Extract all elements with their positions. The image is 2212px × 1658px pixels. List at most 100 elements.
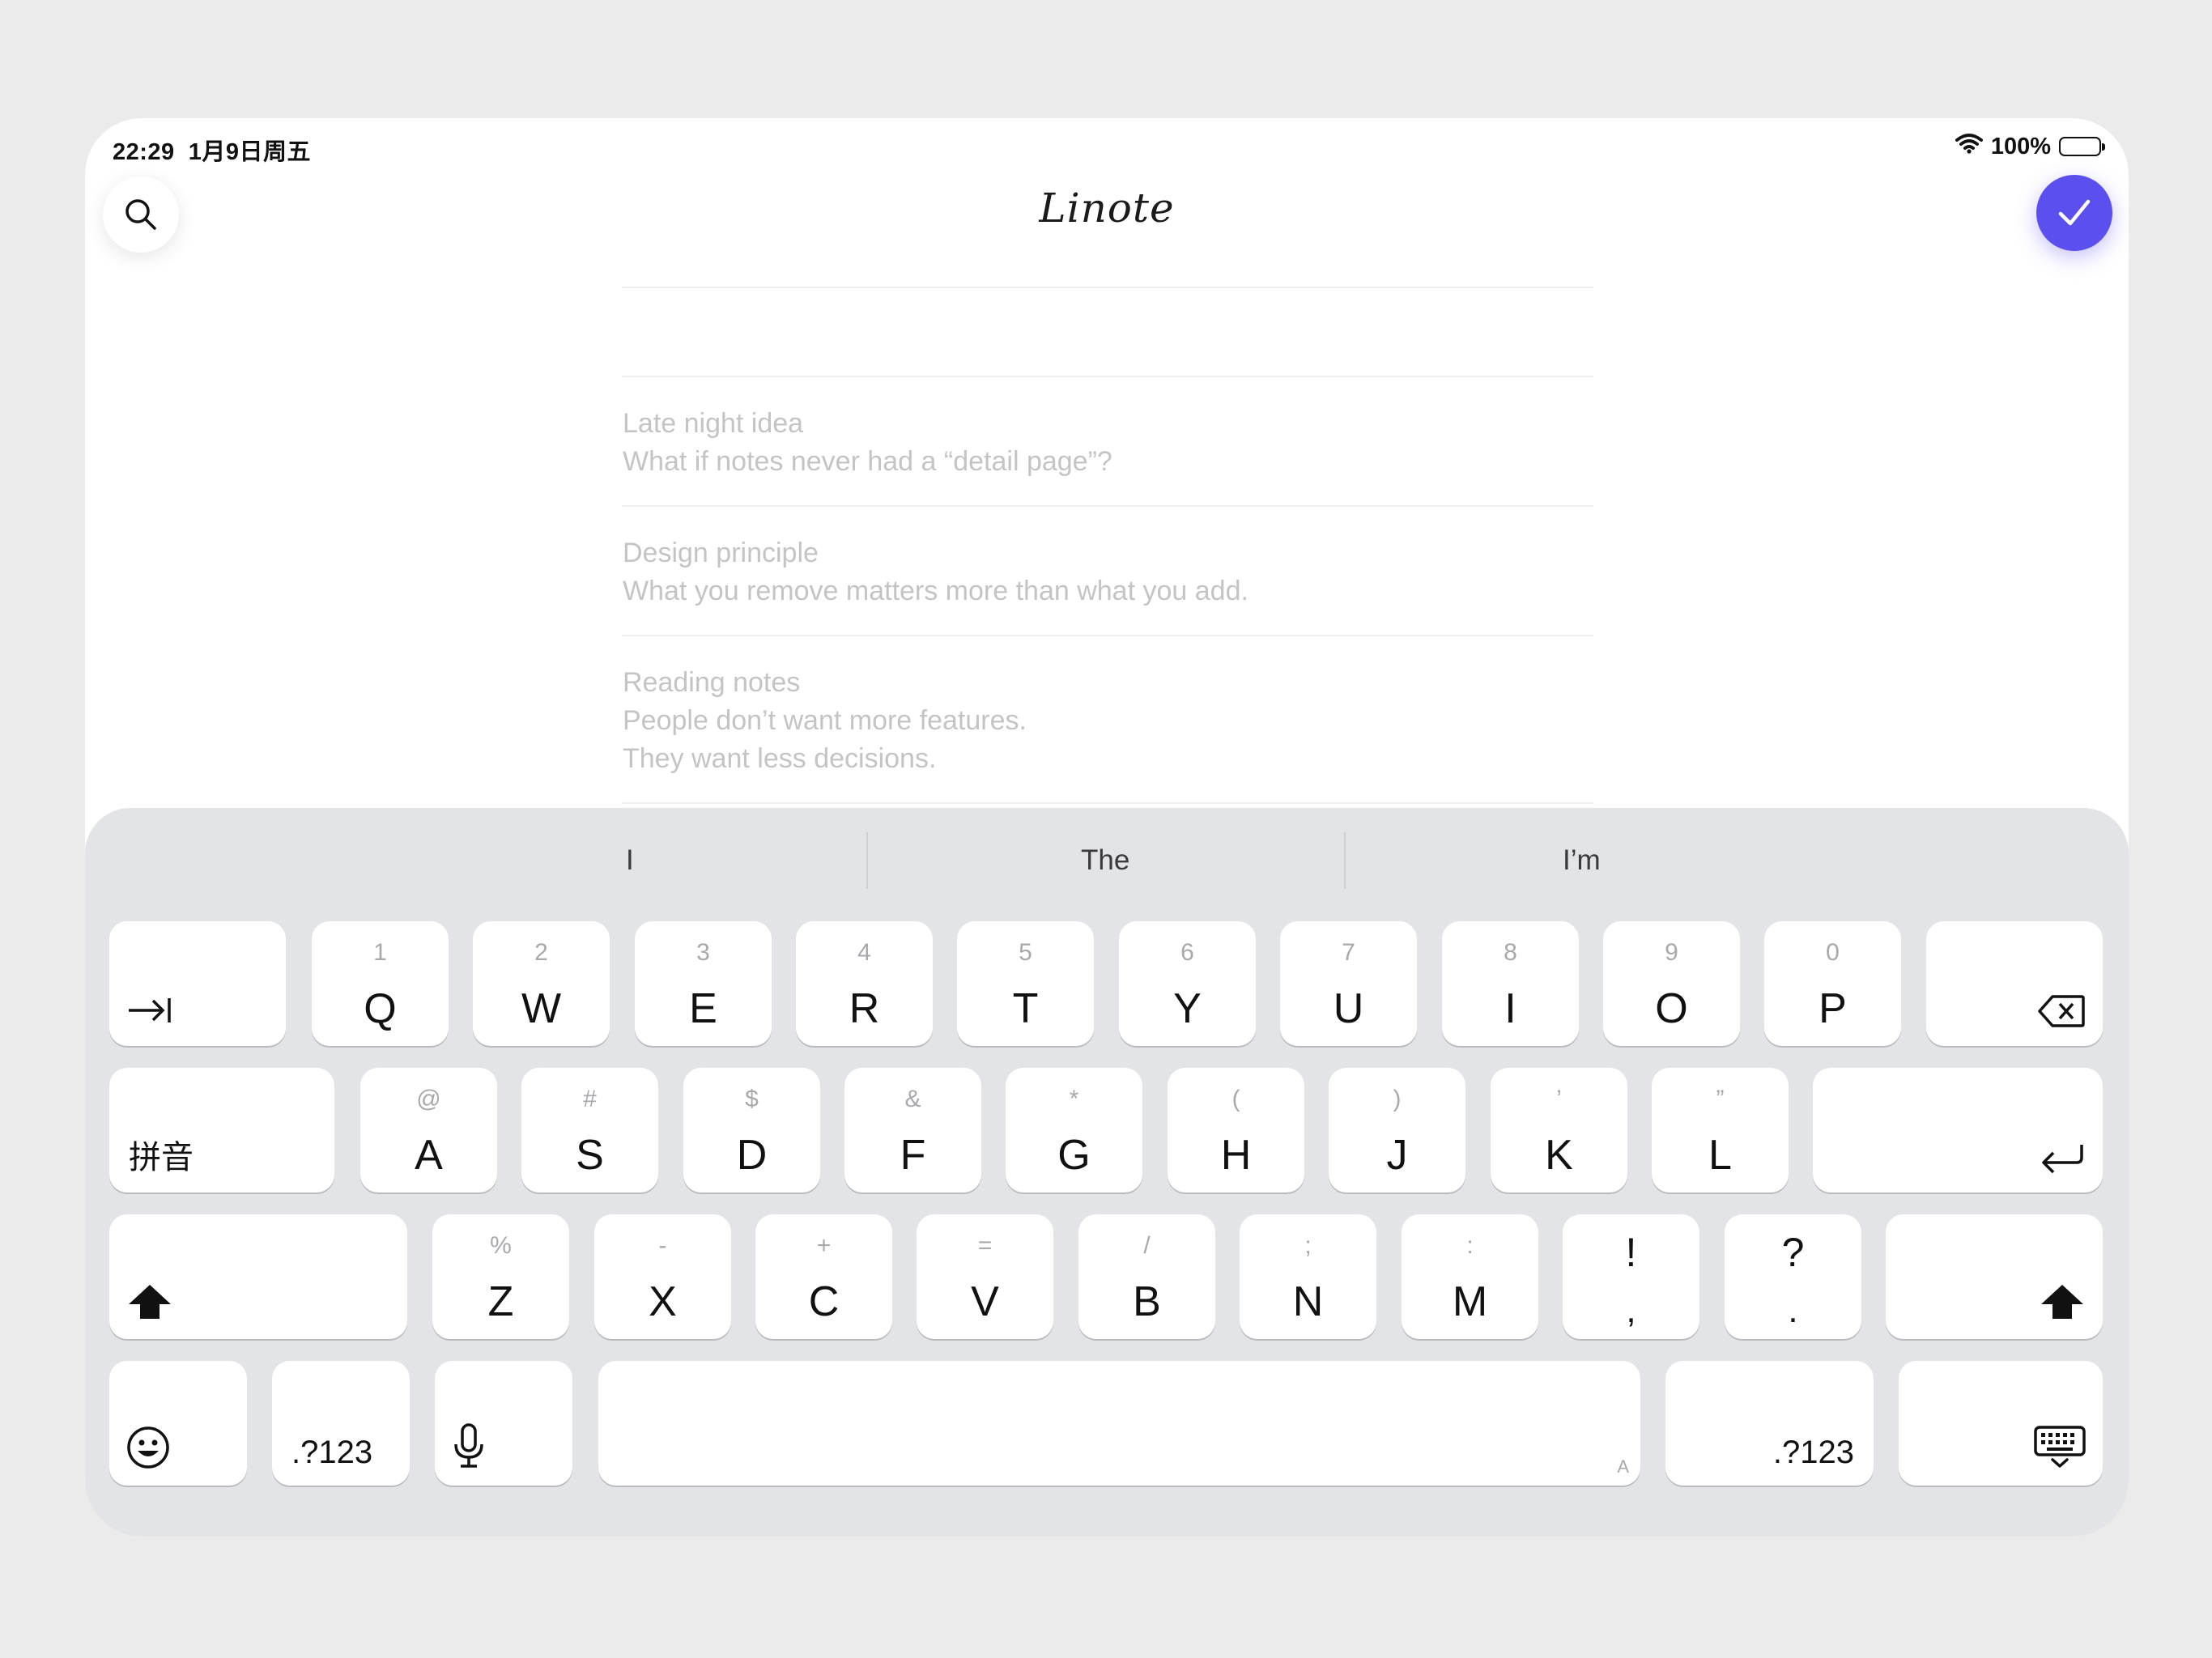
key-alt: 9 [1665,939,1678,966]
key-alt: 4 [857,939,871,966]
key-label: Q [364,985,397,1032]
key-label: E [689,985,717,1032]
key-k[interactable]: ’ K [1491,1068,1627,1192]
space-hint: A [1617,1456,1629,1477]
key-label: T [1012,985,1039,1032]
key-alt: % [490,1232,512,1259]
key-alt: @ [416,1086,441,1112]
on-screen-keyboard: I The I’m 1Q 2W 3E 4R 5T 6Y 7U 8I 9O 0P … [85,808,2129,1537]
key-label: G [1057,1132,1091,1179]
key-o[interactable]: 9O [1603,921,1740,1046]
key-alt: & [904,1086,921,1112]
key-j[interactable]: ) J [1329,1068,1465,1192]
key-alt: 1 [373,939,387,966]
shift-icon [2038,1280,2087,1328]
note-body-line: What you remove matters more than what y… [623,576,1249,606]
battery-percent: 100% [1990,133,2051,159]
hide-keyboard-key[interactable] [1899,1361,2103,1486]
checkmark-icon [2058,199,2091,226]
key-label: V [971,1278,999,1325]
note-body-line: People don’t want more features. [623,705,1027,736]
key-label: N [1292,1278,1324,1325]
key-x[interactable]: -X [594,1214,731,1339]
key-alt: ” [1716,1086,1725,1112]
key-s[interactable]: # S [521,1068,658,1192]
new-note-input[interactable] [622,288,1593,377]
key-label: C [808,1278,840,1325]
key-f[interactable]: & F [844,1068,981,1192]
key-e[interactable]: 3E [635,921,772,1046]
key-label: .?123 [1772,1435,1854,1470]
key-r[interactable]: 4R [796,921,933,1046]
suggestion-1[interactable]: I [626,808,634,913]
key-l[interactable]: ” L [1652,1068,1789,1192]
key-alt: 5 [1019,939,1032,966]
key-d[interactable]: $ D [683,1068,820,1192]
key-alt: ( [1231,1086,1240,1112]
key-label: Y [1173,985,1202,1032]
note-item[interactable]: Design principle What you remove matters… [622,507,1593,636]
key-alt: # [583,1086,597,1112]
key-alt: 0 [1826,939,1840,966]
numbers-key-left[interactable]: .?123 [272,1361,410,1486]
microphone-icon [451,1422,487,1474]
key-label: P [1819,985,1847,1032]
key-i[interactable]: 8I [1442,921,1579,1046]
shift-key-right[interactable] [1886,1214,2103,1339]
key-w[interactable]: 2W [473,921,610,1046]
emoji-key[interactable] [109,1361,247,1486]
key-alt: ’ [1556,1086,1562,1112]
numbers-key-right[interactable]: .?123 [1665,1361,1874,1486]
key-u[interactable]: 7U [1280,921,1417,1046]
key-g[interactable]: * G [1006,1068,1142,1192]
predictive-bar: I The I’m [85,808,2129,913]
key-alt: 7 [1342,939,1355,966]
emoji-icon [125,1425,171,1474]
key-c[interactable]: + C [755,1214,892,1339]
shift-key-left[interactable] [109,1214,407,1339]
key-label: K [1545,1132,1573,1179]
key-alt: 8 [1504,939,1517,966]
tab-key[interactable] [109,921,286,1046]
key-label: .?123 [291,1435,373,1470]
key-label: O [1655,985,1688,1032]
key-question[interactable]: ?. [1725,1214,1861,1339]
notes-list: Late night idea What if notes never had … [622,287,1593,804]
suggestion-3[interactable]: I’m [1563,808,1601,913]
key-label: D [736,1132,768,1179]
key-alt: * [1069,1086,1079,1112]
done-button[interactable] [2036,175,2112,251]
key-label: X [649,1278,677,1325]
key-exclamation[interactable]: !, [1563,1214,1699,1339]
key-h[interactable]: (H [1168,1068,1304,1192]
return-key[interactable] [1813,1068,2103,1192]
pinyin-key[interactable]: 拼音 [109,1068,334,1192]
delete-key[interactable] [1926,921,2103,1046]
key-alt: ) [1393,1086,1402,1112]
key-b[interactable]: / B [1078,1214,1215,1339]
suggestion-2[interactable]: The [1081,808,1129,913]
key-alt: + [816,1232,832,1259]
note-title: Late night idea [623,408,804,439]
key-label: U [1333,985,1364,1032]
dictation-key[interactable] [435,1361,572,1486]
note-item[interactable]: Reading notes People don’t want more fea… [622,636,1593,804]
key-v[interactable]: = V [917,1214,1053,1339]
key-y[interactable]: 6Y [1119,921,1256,1046]
status-bar-datetime: 22:29 1月9日周五 [113,133,311,167]
app-window: 22:29 1月9日周五 100% Linote Late night idea… [85,118,2129,1537]
key-t[interactable]: 5T [957,921,1094,1046]
key-p[interactable]: 0P [1764,921,1901,1046]
key-z[interactable]: % Z [432,1214,569,1339]
key-a[interactable]: @ A [360,1068,497,1192]
key-label: B [1133,1278,1161,1325]
space-key[interactable]: A [598,1361,1640,1486]
note-item[interactable]: Late night idea What if notes never had … [622,377,1593,507]
wifi-icon [1955,133,1983,160]
key-label: W [521,985,562,1032]
key-n[interactable]: ; N [1240,1214,1376,1339]
key-label: Z [487,1278,514,1325]
key-m[interactable]: :M [1402,1214,1538,1339]
key-q[interactable]: 1Q [312,921,449,1046]
key-label: L [1708,1132,1732,1179]
